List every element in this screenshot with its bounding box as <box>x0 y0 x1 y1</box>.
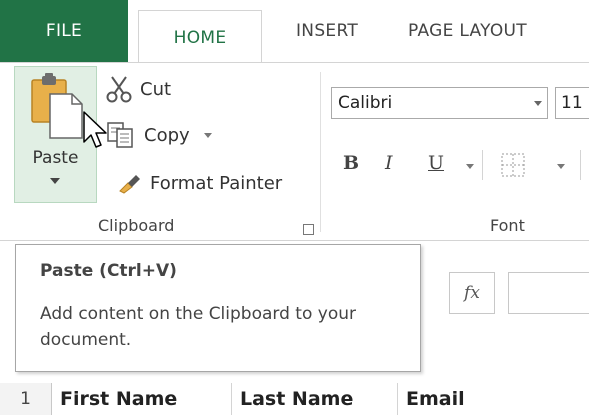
font-name-select[interactable]: Calibri <box>331 87 548 119</box>
row-header[interactable]: 1 <box>0 383 52 415</box>
mouse-pointer-icon <box>83 111 107 148</box>
format-painter-label: Format Painter <box>150 172 283 194</box>
font-size-select[interactable]: 11 <box>555 87 589 119</box>
scissors-icon <box>106 76 132 103</box>
italic-button[interactable]: I <box>385 152 393 174</box>
group-divider <box>320 72 321 232</box>
ribbon-divider <box>0 240 589 241</box>
bold-button[interactable]: B <box>343 152 359 174</box>
insert-function-button[interactable]: fx <box>449 272 495 314</box>
clipboard-group-label: Clipboard <box>98 216 175 235</box>
cut-button[interactable]: Cut <box>106 72 171 106</box>
underline-button[interactable]: U <box>428 152 444 174</box>
copy-dropdown-icon[interactable] <box>203 132 212 138</box>
tooltip-description: Add content on the Clipboard to your doc… <box>40 304 356 350</box>
tooltip-title: Paste (Ctrl+V) <box>40 261 177 281</box>
cell-c1[interactable]: Email <box>398 383 589 415</box>
tab-file[interactable]: FILE <box>0 0 128 62</box>
toolbar-divider <box>482 150 483 180</box>
copy-button[interactable]: Copy <box>106 118 212 152</box>
cell-a1[interactable]: First Name <box>52 383 232 415</box>
tab-home[interactable]: HOME <box>138 10 262 64</box>
copy-label: Copy <box>144 124 190 146</box>
tab-page-layout[interactable]: PAGE LAYOUT <box>384 0 589 62</box>
format-painter-button[interactable]: Format Painter <box>118 166 282 200</box>
dialog-launcher-icon[interactable] <box>303 224 314 235</box>
cell-b1[interactable]: Last Name <box>232 383 398 415</box>
function-icon: fx <box>464 283 480 303</box>
font-group-label: Font <box>490 216 525 235</box>
paste-dropdown-icon[interactable] <box>50 178 60 184</box>
copy-icon <box>107 122 133 148</box>
clipboard-paste-icon <box>31 73 83 139</box>
cut-label: Cut <box>140 78 172 100</box>
tab-insert[interactable]: INSERT <box>278 0 376 62</box>
format-painter-brush-icon <box>119 175 140 194</box>
borders-icon[interactable] <box>499 151 527 179</box>
toolbar-divider <box>580 150 581 180</box>
paste-label: Paste <box>32 148 79 168</box>
underline-dropdown-icon[interactable] <box>466 164 474 169</box>
ribbon-tab-bar: FILE HOME INSERT PAGE LAYOUT <box>0 0 589 64</box>
formula-input[interactable] <box>508 272 589 314</box>
borders-dropdown-icon[interactable] <box>557 164 565 169</box>
chevron-down-icon[interactable] <box>534 101 542 106</box>
